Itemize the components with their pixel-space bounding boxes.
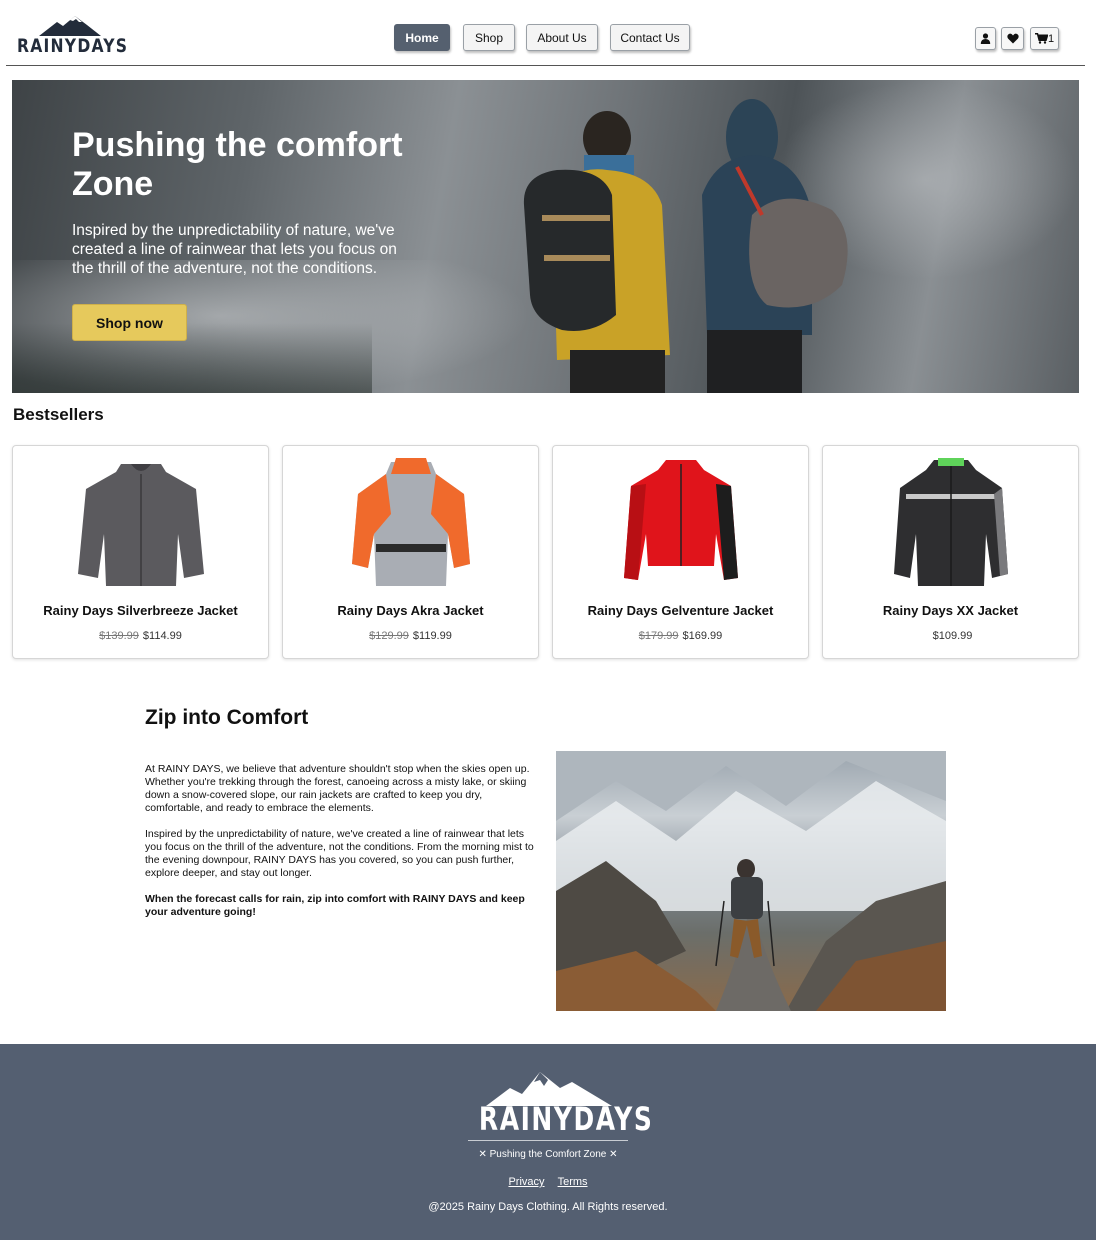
product-name: Rainy Days Silverbreeze Jacket: [43, 603, 238, 618]
cart-count: 1: [1047, 32, 1055, 45]
hikers-illustration: [523, 99, 848, 393]
jacket-image: [77, 464, 204, 586]
terms-link[interactable]: Terms: [558, 1176, 588, 1188]
jacket-image: [351, 458, 470, 586]
product-grid: Rainy Days Silverbreeze Jacket $139.99 $1…: [12, 445, 1079, 659]
zip-text: At RAINY DAYS, we believe that adventure…: [145, 763, 540, 932]
nav-shop-button[interactable]: Shop: [463, 24, 515, 51]
mountain-scene: [556, 751, 946, 1011]
hero-banner: Pushing the comfort Zone Inspired by the…: [12, 80, 1079, 393]
footer-tagline: ✕ Pushing the Comfort Zone ✕: [478, 1149, 618, 1160]
site-header: RAINYDAYS Home Shop About Us Contact Us …: [0, 0, 1096, 66]
zip-paragraph: At RAINY DAYS, we believe that adventure…: [145, 763, 530, 814]
logo-wordmark: RAINYDAYS: [17, 35, 129, 57]
footer-links: Privacy Terms: [0, 1176, 1096, 1188]
nav-about-button[interactable]: About Us: [526, 24, 598, 51]
footer-logo[interactable]: RAINYDAYS: [460, 1070, 652, 1138]
product-name: Rainy Days Akra Jacket: [337, 603, 484, 618]
product-old-price: $139.99: [99, 630, 139, 642]
brand-logo[interactable]: RAINYDAYS: [17, 16, 127, 58]
product-current-price: $109.99: [932, 630, 973, 642]
hero-forest: [12, 323, 372, 393]
product-card[interactable]: Rainy Days Akra Jacket $129.99 $119.99: [282, 445, 539, 659]
product-card[interactable]: Rainy Days XX Jacket $109.99: [822, 445, 1079, 659]
product-card[interactable]: Rainy Days Silverbreeze Jacket $139.99 $1…: [12, 445, 269, 659]
zip-paragraph-bold: When the forecast calls for rain, zip in…: [145, 893, 525, 918]
jacket-image: [623, 460, 738, 580]
footer-logo-wordmark: RAINYDAYS: [478, 1100, 654, 1138]
product-card[interactable]: Rainy Days Gelventure Jacket $179.99 $169…: [552, 445, 809, 659]
header-divider: [6, 65, 1085, 66]
copyright-text: @2025 Rainy Days Clothing. All Rights re…: [428, 1201, 668, 1213]
privacy-link[interactable]: Privacy: [508, 1176, 544, 1188]
heart-icon: [1006, 33, 1019, 44]
cart-button[interactable]: 1: [1030, 27, 1059, 50]
product-price: $179.99 $169.99: [553, 630, 808, 642]
zip-title: Zip into Comfort: [145, 706, 309, 729]
shop-now-button[interactable]: Shop now: [72, 304, 187, 341]
site-footer: RAINYDAYS ✕ Pushing the Comfort Zone ✕ P…: [0, 1044, 1096, 1240]
wishlist-button[interactable]: [1001, 27, 1024, 50]
bestsellers-title: Bestsellers: [13, 405, 104, 424]
product-current-price: $169.99: [682, 630, 723, 642]
product-name: Rainy Days Gelventure Jacket: [587, 603, 774, 618]
product-price: $129.99 $119.99: [283, 630, 538, 642]
product-old-price: $129.99: [369, 630, 409, 642]
account-button[interactable]: [975, 27, 996, 50]
jacket-image: [893, 458, 1008, 586]
user-icon: [980, 33, 991, 44]
product-old-price: $179.99: [638, 630, 679, 642]
product-name: Rainy Days XX Jacket: [882, 603, 1019, 618]
product-price: $139.99 $114.99: [13, 630, 268, 642]
cart-icon: [1034, 33, 1048, 44]
nav-contact-button[interactable]: Contact Us: [610, 24, 690, 51]
mountain-icon: [39, 16, 101, 36]
product-current-price: $114.99: [142, 630, 182, 642]
zip-paragraph: Inspired by the unpredictability of natu…: [145, 828, 534, 879]
hero-text: Inspired by the unpredictability of natu…: [72, 222, 397, 277]
hiker-mountain-image: [556, 751, 946, 1011]
product-current-price: $119.99: [412, 630, 452, 642]
product-price: $109.99: [823, 630, 1078, 642]
nav-home-button[interactable]: Home: [394, 24, 450, 51]
hero-title: Pushing the comfort Zone: [72, 126, 403, 203]
tagline-divider: [468, 1140, 628, 1141]
